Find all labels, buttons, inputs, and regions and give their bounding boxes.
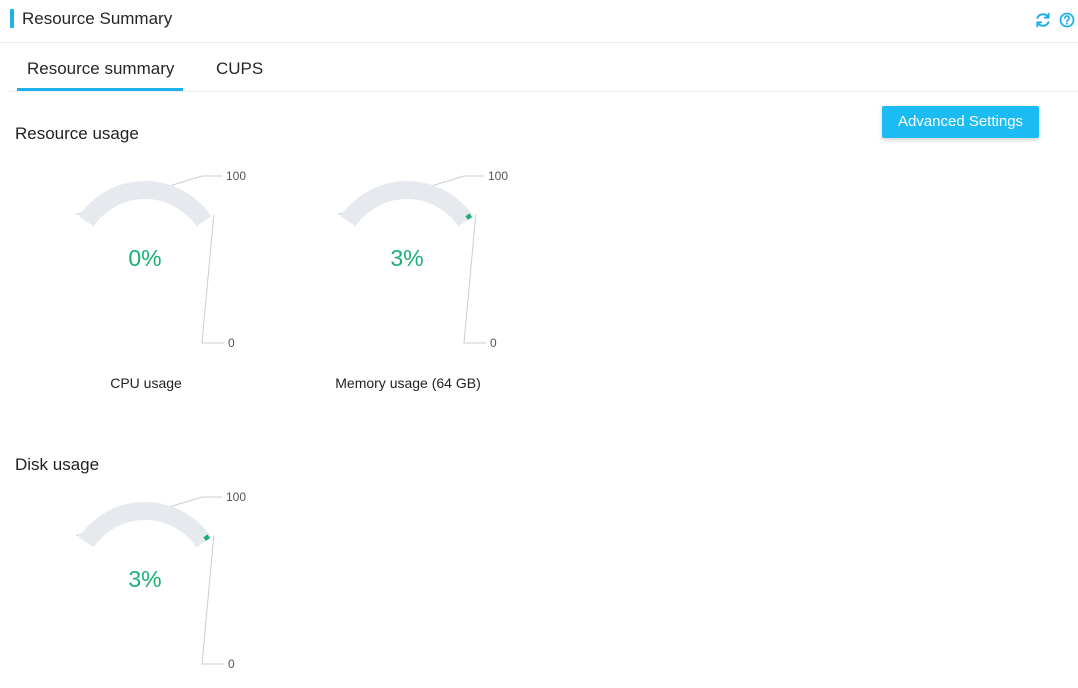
disk-gauge-max-label: 100 — [226, 490, 246, 504]
cpu-gauge-track — [78, 181, 212, 227]
resource-usage-heading: Resource usage — [15, 124, 139, 143]
cpu-gauge-max-label: 100 — [226, 169, 246, 183]
disk-usage-gauge: 100 0 3% — [0, 481, 260, 681]
cpu-usage-gauge: 100 0 0% CPU usage — [0, 160, 260, 391]
disk-usage-heading: Disk usage — [15, 455, 100, 474]
title-accent-bar — [10, 9, 14, 28]
memory-gauge-max-label: 100 — [488, 169, 508, 183]
advanced-settings-button[interactable]: Advanced Settings — [882, 106, 1039, 138]
memory-gauge-fill — [465, 213, 473, 220]
memory-usage-gauge: 100 0 3% Memory usage (64 GB) — [262, 160, 522, 391]
disk-gauge-min-label: 0 — [228, 657, 235, 671]
memory-usage-value: 3% — [390, 245, 424, 271]
refresh-icon[interactable] — [1034, 11, 1052, 29]
cpu-gauge-min-label: 0 — [228, 336, 235, 350]
disk-gauge-fill — [203, 534, 211, 541]
memory-usage-label: Memory usage (64 GB) — [335, 375, 481, 391]
memory-gauge-track — [340, 181, 474, 227]
cpu-usage-label: CPU usage — [110, 375, 182, 391]
help-icon[interactable] — [1058, 11, 1076, 29]
page-header: Resource Summary — [0, 0, 1078, 43]
tab-resource-summary[interactable]: Resource summary — [27, 58, 174, 80]
memory-gauge-min-label: 0 — [490, 336, 497, 350]
disk-gauge-track — [78, 502, 212, 548]
tab-cups[interactable]: CUPS — [216, 58, 263, 80]
disk-usage-value: 3% — [128, 566, 162, 592]
cpu-usage-value: 0% — [128, 245, 162, 271]
tab-divider — [8, 91, 1078, 92]
page-title: Resource Summary — [22, 9, 173, 28]
